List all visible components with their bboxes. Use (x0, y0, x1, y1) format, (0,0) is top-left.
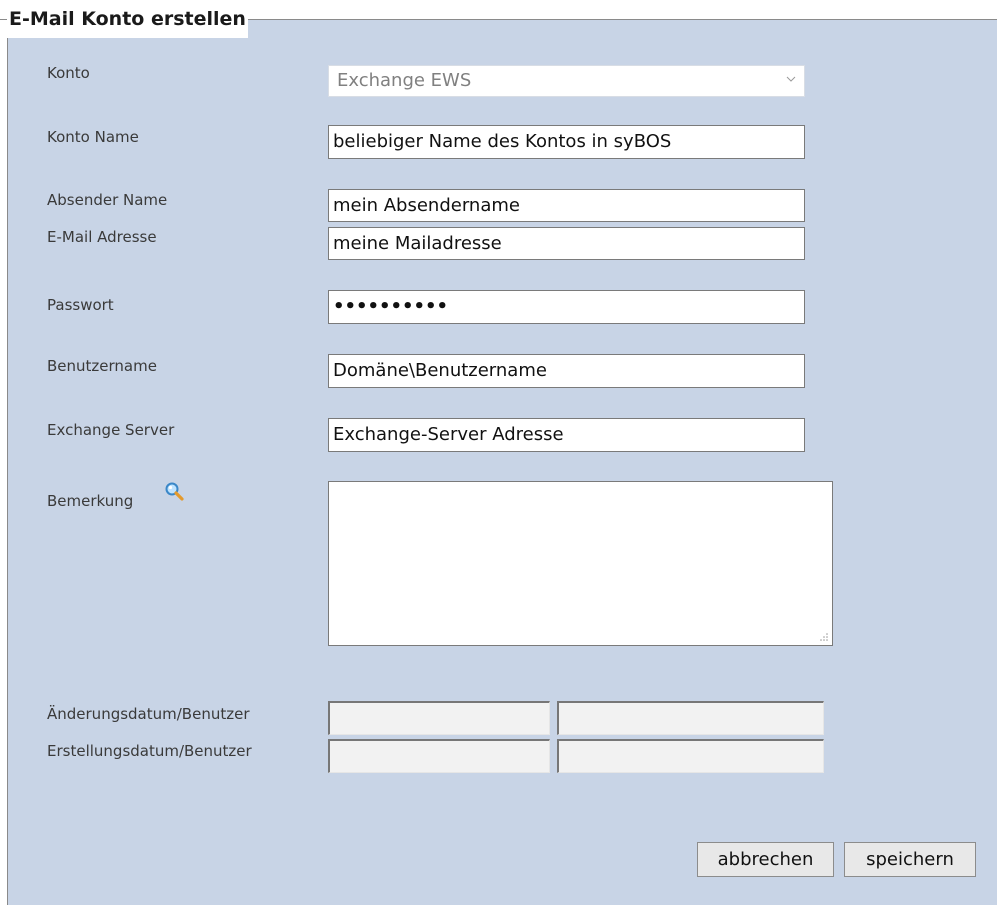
cancel-button[interactable]: abbrechen (697, 842, 834, 877)
absender-name-label: Absender Name (47, 191, 168, 209)
exchange-server-label: Exchange Server (47, 421, 175, 439)
passwort-label: Passwort (47, 296, 114, 314)
resize-grip-icon[interactable] (819, 632, 829, 642)
form-title: E-Mail Konto erstellen (7, 0, 248, 38)
passwort-masked-value: •••••••••• (333, 296, 449, 317)
email-label: E-Mail Adresse (47, 228, 157, 246)
erstellung-label: Erstellungsdatum/Benutzer (47, 742, 252, 760)
fieldset-border-top (248, 19, 997, 20)
konto-select[interactable]: Exchange EWS (328, 65, 805, 97)
bemerkung-label: Bemerkung (47, 492, 134, 510)
benutzername-input[interactable]: Domäne\Benutzername (328, 354, 805, 388)
konto-name-label: Konto Name (47, 128, 139, 146)
benutzername-label: Benutzername (47, 357, 157, 375)
konto-label: Konto (47, 64, 90, 82)
konto-name-input[interactable]: beliebiger Name des Kontos in syBOS (328, 125, 805, 159)
passwort-input[interactable]: •••••••••• (328, 290, 805, 324)
aenderung-label: Änderungsdatum/Benutzer (47, 705, 250, 723)
email-input[interactable]: meine Mailadresse (328, 227, 805, 260)
aenderung-date-field (328, 701, 550, 735)
magnifier-icon[interactable] (163, 481, 185, 503)
exchange-server-input[interactable]: Exchange-Server Adresse (328, 418, 805, 452)
bemerkung-textarea[interactable] (328, 481, 833, 646)
chevron-down-icon (786, 76, 796, 82)
aenderung-user-field (557, 701, 824, 735)
fieldset-border-left-tick (0, 19, 7, 20)
save-button[interactable]: speichern (844, 842, 976, 877)
erstellung-user-field (557, 739, 824, 773)
absender-name-input[interactable]: mein Absendername (328, 189, 805, 222)
erstellung-date-field (328, 739, 550, 773)
konto-select-value: Exchange EWS (337, 70, 472, 91)
